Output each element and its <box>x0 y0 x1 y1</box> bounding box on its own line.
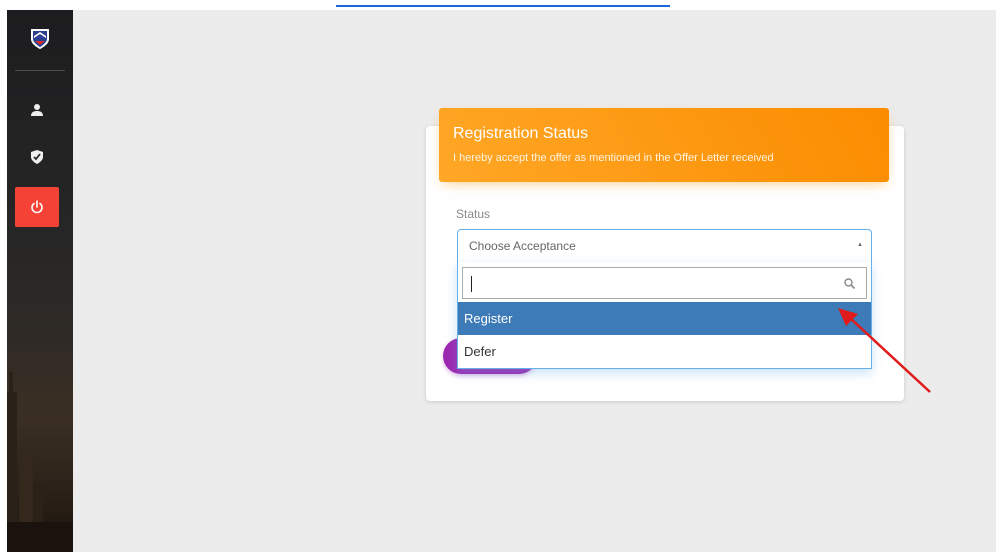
power-icon <box>31 200 43 214</box>
status-label: Status <box>456 207 491 221</box>
option-register[interactable]: Register <box>458 302 871 335</box>
status-dropdown: Register Defer <box>457 262 872 369</box>
sidebar-divider <box>15 70 65 71</box>
user-icon <box>31 104 43 116</box>
shield-logo-icon <box>31 29 49 49</box>
select-placeholder: Choose Acceptance <box>469 239 576 253</box>
card-title: Registration Status <box>453 125 589 142</box>
dropdown-search-input[interactable] <box>463 268 866 298</box>
clipped-link[interactable] <box>336 0 670 7</box>
chevron-up-icon: ▲ <box>857 242 863 248</box>
sidebar-item-security[interactable] <box>15 137 59 177</box>
search-icon <box>844 278 856 290</box>
status-select[interactable]: Choose Acceptance ▲ <box>457 229 872 262</box>
card-subtitle: I hereby accept the offer as mentioned i… <box>453 152 774 164</box>
top-strip <box>0 0 996 10</box>
sidebar-item-logout[interactable] <box>15 187 59 227</box>
sidebar <box>7 10 73 552</box>
sidebar-item-profile[interactable] <box>15 90 59 130</box>
university-logo[interactable] <box>23 24 57 54</box>
option-defer[interactable]: Defer <box>458 335 871 368</box>
sidebar-background-scene <box>7 372 73 552</box>
dropdown-search[interactable] <box>462 267 867 299</box>
text-caret <box>471 276 472 292</box>
shield-check-icon <box>31 150 43 164</box>
main-content: Registration Status I hereby accept the … <box>73 10 996 552</box>
card-header: Registration Status I hereby accept the … <box>439 108 889 182</box>
